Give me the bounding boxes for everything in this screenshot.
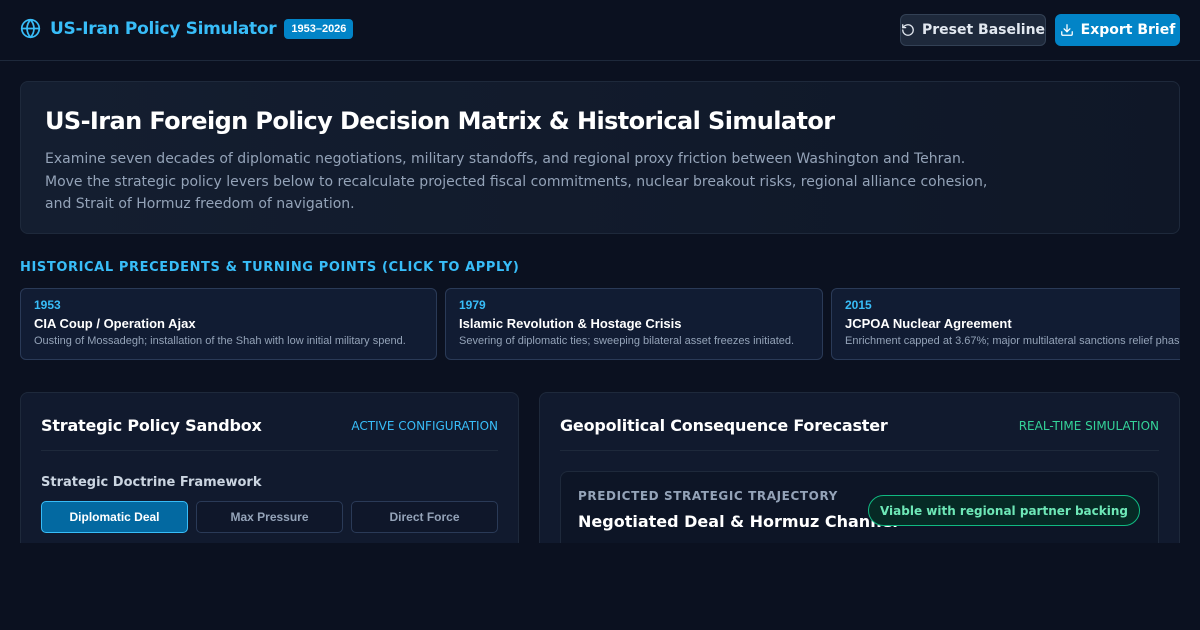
brand: US-Iran Policy Simulator 1953–2026: [20, 18, 354, 39]
precedents-heading: HISTORICAL PRECEDENTS & TURNING POINTS (…: [20, 260, 520, 275]
precedent-year: 1979: [459, 298, 486, 312]
panel-header: Strategic Policy Sandbox ACTIVE CONFIGUR…: [41, 393, 498, 451]
panel-title: Geopolitical Consequence Forecaster: [560, 416, 888, 435]
rotate-ccw-icon: [901, 23, 922, 37]
precedent-title: Islamic Revolution & Hostage Crisis: [459, 316, 682, 331]
precedent-description: Ousting of Mossadegh; installation of th…: [34, 335, 406, 347]
top-bar: US-Iran Policy Simulator 1953–2026 Prese…: [0, 0, 1200, 61]
doctrine-option-direct-force[interactable]: Direct Force: [351, 501, 498, 533]
status-badge: REAL-TIME SIMULATION: [1018, 419, 1159, 433]
precedent-title: CIA Coup / Operation Ajax: [34, 316, 196, 331]
precedent-card-1953[interactable]: 1953 CIA Coup / Operation Ajax Ousting o…: [20, 288, 437, 360]
precedent-title: JCPOA Nuclear Agreement: [845, 316, 1012, 331]
export-brief-label: Export Brief: [1080, 22, 1176, 38]
year-range-badge: 1953–2026: [284, 18, 354, 39]
precedent-year: 2015: [845, 298, 872, 312]
doctrine-label: Strategic Doctrine Framework: [41, 475, 262, 490]
viewport-fold: [0, 543, 1200, 630]
viability-badge: Viable with regional partner backing: [867, 495, 1140, 526]
panel-header: Geopolitical Consequence Forecaster REAL…: [560, 393, 1159, 451]
app-title: US-Iran Policy Simulator: [50, 18, 277, 39]
page-title: US-Iran Foreign Policy Decision Matrix &…: [45, 107, 835, 135]
precedent-description: Severing of diplomatic ties; sweeping bi…: [459, 335, 795, 347]
precedent-card-1979[interactable]: 1979 Islamic Revolution & Hostage Crisis…: [445, 288, 823, 360]
precedent-card-2015[interactable]: 2015 JCPOA Nuclear Agreement Enrichment …: [831, 288, 1180, 360]
precedent-description: Enrichment capped at 3.67%; major multil…: [845, 335, 1180, 347]
preset-baseline-label: Preset Baseline: [921, 22, 1046, 38]
panel-title: Strategic Policy Sandbox: [41, 416, 262, 435]
hero-card: US-Iran Foreign Policy Decision Matrix &…: [20, 81, 1180, 234]
globe-icon: [20, 18, 41, 39]
page-description: Examine seven decades of diplomatic nego…: [45, 151, 988, 212]
trajectory-label: PREDICTED STRATEGIC TRAJECTORY: [578, 489, 838, 503]
consequence-forecaster-panel: Geopolitical Consequence Forecaster REAL…: [539, 392, 1180, 571]
export-brief-button[interactable]: Export Brief: [1055, 14, 1180, 46]
trajectory-value: Negotiated Deal & Hormuz Channel: [578, 512, 898, 531]
preset-baseline-button[interactable]: Preset Baseline: [900, 14, 1046, 46]
download-icon: [1060, 23, 1081, 37]
status-badge: ACTIVE CONFIGURATION: [351, 419, 498, 433]
doctrine-option-diplomatic-deal[interactable]: Diplomatic Deal: [41, 501, 188, 533]
policy-sandbox-panel: Strategic Policy Sandbox ACTIVE CONFIGUR…: [20, 392, 519, 552]
precedent-year: 1953: [34, 298, 61, 312]
doctrine-option-max-pressure[interactable]: Max Pressure: [196, 501, 343, 533]
precedents-carousel: 1953 CIA Coup / Operation Ajax Ousting o…: [20, 288, 1180, 360]
